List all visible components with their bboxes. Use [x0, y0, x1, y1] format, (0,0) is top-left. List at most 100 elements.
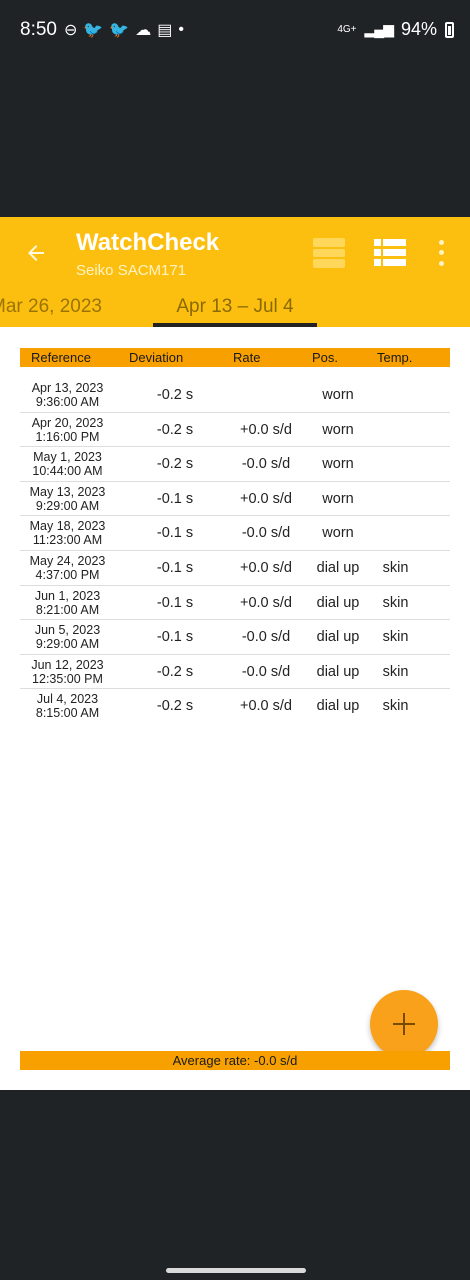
table-row[interactable]: Jun 12, 2023 12:35:00 PM -0.2 s -0.0 s/d …: [20, 655, 450, 690]
deviation-cell: -0.2 s: [156, 698, 194, 715]
reference-date: May 1, 2023: [33, 450, 102, 465]
reference-time: 8:15:00 AM: [35, 706, 100, 721]
deviation-cell: -0.2 s: [156, 456, 194, 473]
network-type: 4G+: [337, 24, 357, 35]
deviation-cell: -0.1 s: [156, 629, 194, 646]
more-options-button[interactable]: [434, 237, 448, 269]
reference-time: 4:37:00 PM: [35, 567, 100, 582]
column-position: Pos.: [312, 350, 339, 365]
more-dot: [438, 250, 444, 256]
deviation-cell: -0.2 s: [156, 421, 194, 438]
battery-icon: [445, 21, 454, 38]
reference-cell: Jun 5, 2023 9:29:00 AM: [20, 623, 115, 651]
table-row[interactable]: Jun 1, 2023 8:21:00 AM -0.1 s +0.0 s/d di…: [20, 586, 450, 621]
arrow-left-icon: [28, 245, 44, 261]
table-list-icon: [374, 239, 406, 266]
table-row[interactable]: Apr 13, 2023 9:36:00 AM -0.2 s worn: [20, 378, 450, 413]
reference-time: 11:23:00 AM: [32, 533, 103, 548]
reference-date: May 18, 2023: [29, 519, 106, 534]
deviation-cell: -0.2 s: [156, 663, 194, 680]
battery-percent: 94%: [400, 19, 437, 39]
reference-date: May 24, 2023: [29, 553, 106, 568]
table-row[interactable]: Jun 5, 2023 9:29:00 AM -0.1 s -0.0 s/d di…: [20, 620, 450, 655]
dnd-icon: ⊖: [64, 22, 78, 39]
reference-cell: Apr 20, 2023 1:16:00 PM: [20, 416, 115, 444]
position-cell: worn: [322, 456, 354, 473]
status-bar: 8:50 ⊖ 🐦 🐦 ☁ ▤ • 4G+ ▂▄▆ 94%: [0, 0, 470, 60]
gesture-nav-handle[interactable]: [166, 1268, 306, 1273]
back-button[interactable]: [18, 235, 54, 271]
table-row[interactable]: May 24, 2023 4:37:00 PM -0.1 s +0.0 s/d d…: [20, 551, 450, 586]
table-header: Reference Deviation Rate Pos. Temp.: [20, 348, 450, 367]
temperature-cell: skin: [382, 663, 409, 680]
status-time: 8:50: [20, 19, 57, 40]
reference-cell: May 1, 2023 10:44:00 AM: [20, 450, 115, 478]
twitter-icon: 🐦: [83, 22, 104, 39]
more-notifications-icon: •: [178, 21, 184, 38]
plus-icon: [393, 1013, 415, 1035]
signal-icon: ▂▄▆: [364, 21, 394, 37]
deviation-cell: -0.1 s: [156, 594, 194, 611]
reference-cell: May 18, 2023 11:23:00 AM: [20, 519, 115, 547]
column-temperature: Temp.: [377, 350, 413, 365]
column-rate: Rate: [233, 350, 261, 365]
cloud-icon: ☁: [135, 22, 152, 39]
temperature-cell: skin: [382, 559, 409, 576]
table-view-button[interactable]: [374, 239, 406, 267]
measurement-table: Apr 13, 2023 9:36:00 AM -0.2 s worn Apr 2…: [20, 378, 450, 724]
position-cell: worn: [322, 525, 354, 542]
deviation-cell: -0.1 s: [156, 490, 194, 507]
app-bar: WatchCheck Seiko SACM171 Mar 26, 2023 Ap…: [0, 217, 470, 327]
table-row[interactable]: Apr 20, 2023 1:16:00 PM -0.2 s +0.0 s/d w…: [20, 413, 450, 448]
table-row[interactable]: Jul 4, 2023 8:15:00 AM -0.2 s +0.0 s/d di…: [20, 689, 450, 724]
add-measurement-button[interactable]: [370, 990, 438, 1058]
page-title: WatchCheck: [76, 229, 220, 256]
reference-cell: Apr 13, 2023 9:36:00 AM: [20, 381, 115, 409]
app-screen: WatchCheck Seiko SACM171 Mar 26, 2023 Ap…: [0, 217, 470, 1090]
table-row[interactable]: May 1, 2023 10:44:00 AM -0.2 s -0.0 s/d w…: [20, 447, 450, 482]
reference-cell: May 13, 2023 9:29:00 AM: [20, 485, 115, 513]
temperature-cell: skin: [382, 594, 409, 611]
reference-date: Jun 12, 2023: [31, 657, 104, 672]
notification-icons: ⊖ 🐦 🐦 ☁ ▤ •: [64, 20, 184, 40]
reference-date: Apr 13, 2023: [31, 381, 104, 395]
system-icons: 4G+ ▂▄▆ 94%: [337, 19, 454, 40]
tab-indicator: [153, 323, 317, 327]
news-icon: ▤: [157, 22, 173, 39]
reference-cell: Jul 4, 2023 8:15:00 AM: [20, 692, 115, 720]
average-rate-bar: Average rate: -0.0 s/d: [20, 1051, 450, 1070]
deviation-cell: -0.1 s: [156, 559, 194, 576]
more-dot: [438, 261, 444, 267]
reference-cell: May 24, 2023 4:37:00 PM: [20, 554, 115, 582]
reference-date: Jun 5, 2023: [34, 623, 101, 638]
reference-date: Jul 4, 2023: [36, 692, 99, 707]
reference-time: 10:44:00 AM: [32, 464, 103, 479]
deviation-cell: -0.2 s: [156, 387, 194, 403]
column-reference: Reference: [31, 350, 91, 365]
reference-time: 9:29:00 AM: [35, 498, 100, 513]
twitter-icon-2: 🐦: [109, 22, 130, 39]
table-row[interactable]: May 18, 2023 11:23:00 AM -0.1 s -0.0 s/d …: [20, 516, 450, 551]
reference-time: 9:36:00 AM: [35, 395, 100, 409]
position-cell: worn: [322, 421, 354, 438]
tab-current-period[interactable]: Apr 13 – Jul 4: [152, 296, 318, 318]
reference-date: Jun 1, 2023: [34, 588, 101, 603]
reference-time: 9:29:00 AM: [35, 637, 100, 652]
column-deviation: Deviation: [129, 350, 184, 365]
reference-date: Apr 20, 2023: [31, 415, 104, 430]
tab-previous-period[interactable]: Mar 26, 2023: [0, 296, 102, 318]
reference-time: 8:21:00 AM: [35, 602, 100, 617]
position-cell: worn: [322, 387, 354, 403]
reference-time: 1:16:00 PM: [35, 429, 100, 444]
reference-date: May 13, 2023: [29, 484, 106, 499]
temperature-cell: skin: [382, 698, 409, 715]
more-vert-icon: [438, 239, 444, 245]
temperature-cell: skin: [382, 629, 409, 646]
table-row[interactable]: May 13, 2023 9:29:00 AM -0.1 s +0.0 s/d w…: [20, 482, 450, 517]
reference-time: 12:35:00 PM: [32, 671, 103, 686]
position-cell: worn: [322, 490, 354, 507]
reference-cell: Jun 12, 2023 12:35:00 PM: [20, 658, 115, 686]
session-list-button[interactable]: [312, 237, 346, 269]
deviation-cell: -0.1 s: [156, 525, 194, 542]
reference-cell: Jun 1, 2023 8:21:00 AM: [20, 589, 115, 617]
